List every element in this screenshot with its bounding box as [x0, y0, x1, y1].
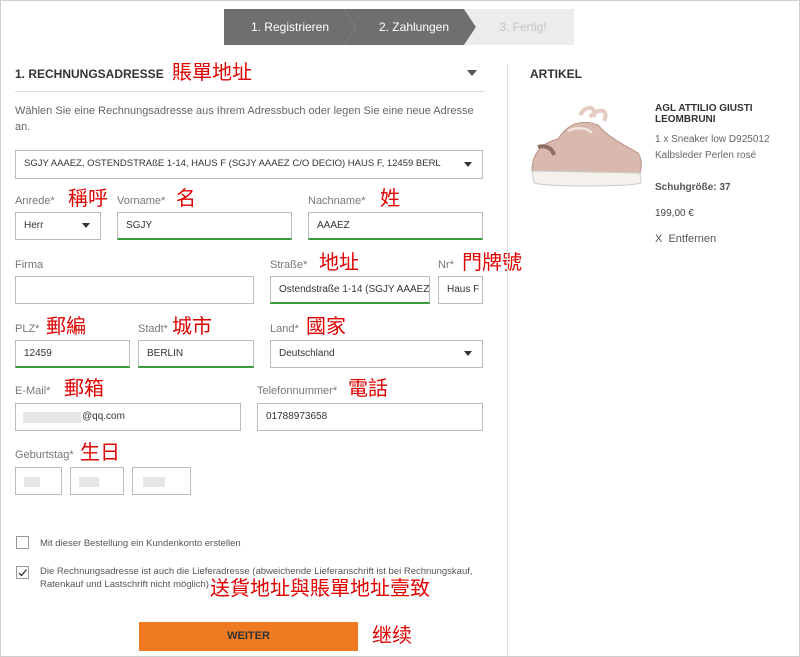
product-size: Schuhgröße: 37 [655, 182, 731, 193]
zip-input[interactable]: 12459 [15, 340, 130, 368]
chevron-down-icon [464, 351, 472, 356]
salutation-select[interactable]: Herr [15, 212, 101, 240]
phone-label: Telefonnummer* [257, 385, 338, 397]
annotation-country: 國家 [306, 314, 346, 338]
country-select[interactable]: Deutschland [270, 340, 483, 368]
step-label: 1. Registrieren [250, 20, 330, 34]
street-input[interactable]: Ostendstraße 1-14 (SGJY AAAEZ [270, 276, 430, 304]
product-description-line2: Kalbsleder Perlen rosé [655, 150, 757, 161]
annotation-zip: 郵編 [46, 314, 86, 338]
city-input[interactable]: BERLIN [138, 340, 254, 368]
phone-input[interactable]: 01788973658 [257, 403, 483, 431]
number-label: Nr* [438, 259, 454, 271]
annotation-first-name: 名 [176, 186, 196, 210]
step-label: 3. Fertig! [499, 20, 547, 34]
annotation-phone: 電話 [348, 376, 388, 400]
zip-label: PLZ* [15, 323, 40, 335]
redacted-block [23, 412, 81, 423]
step-registrieren[interactable]: 1. Registrieren [224, 9, 356, 45]
annotation-street: 地址 [319, 250, 359, 274]
annotation-email: 郵箱 [64, 376, 104, 400]
redacted-block [143, 477, 165, 487]
annotation-salutation: 稱呼 [68, 186, 108, 210]
company-label: Firma [15, 259, 44, 271]
birthday-label: Geburtstag* [15, 449, 74, 461]
product-description-line1: 1 x Sneaker low D925012 [655, 134, 770, 145]
sneaker-product-image[interactable] [528, 103, 644, 189]
firstname-input[interactable]: SGJY [117, 212, 292, 240]
country-label: Land* [270, 323, 299, 335]
create-account-label: Mit dieser Bestellung ein Kundenkonto er… [40, 538, 241, 549]
page-frame [0, 0, 800, 657]
step-zahlungen[interactable]: 2. Zahlungen [344, 9, 476, 45]
annotation-last-name: 姓 [380, 186, 400, 210]
annotation-billing-address: 賬單地址 [172, 60, 252, 84]
step-fertig: 3. Fertig! [464, 9, 574, 45]
chevron-down-icon [82, 223, 90, 228]
create-account-checkbox[interactable] [16, 536, 29, 549]
email-label: E-Mail* [15, 385, 51, 397]
annotation-city: 城市 [172, 314, 212, 338]
email-input[interactable]: @qq.com [15, 403, 241, 431]
salutation-label: Anrede* [15, 195, 55, 207]
billing-title: 1. RECHNUNGSADRESSE [15, 67, 164, 81]
firstname-label: Vorname* [117, 195, 166, 207]
email-value: @qq.com [82, 411, 125, 422]
country-value: Deutschland [279, 348, 335, 359]
lastname-input[interactable]: AAAEZ [308, 212, 483, 240]
birthday-day-input[interactable] [15, 467, 62, 495]
annotation-same-address: 送貨地址與賬單地址壹致 [210, 576, 430, 600]
product-price: 199,00 € [655, 208, 694, 219]
street-label: Straße* [270, 259, 308, 271]
product-name[interactable]: AGL ATTILIO GIUSTI LEOMBRUNI [655, 103, 785, 125]
collapse-chevron-icon[interactable] [467, 70, 477, 76]
annotation-house-number: 門牌號 [462, 250, 522, 274]
checkmark-icon [18, 569, 27, 577]
house-number-input[interactable]: Haus F [438, 276, 483, 304]
annotation-continue: 继续 [372, 623, 412, 647]
billing-intro: Wählen Sie eine Rechnungsadresse aus Ihr… [15, 105, 474, 133]
birthday-year-input[interactable] [132, 467, 191, 495]
address-select-value: SGJY AAAEZ, OSTENDSTRAßE 1-14, HAUS F (S… [24, 158, 441, 169]
company-input[interactable] [15, 276, 254, 304]
birthday-month-input[interactable] [70, 467, 124, 495]
same-address-checkbox[interactable] [16, 566, 29, 579]
column-divider [507, 64, 508, 656]
redacted-block [24, 477, 40, 487]
article-title: ARTIKEL [530, 67, 582, 81]
continue-button[interactable]: WEITER [139, 622, 358, 651]
salutation-value: Herr [24, 220, 44, 231]
chevron-down-icon [464, 162, 472, 167]
step-label: 2. Zahlungen [378, 20, 450, 34]
divider [15, 91, 485, 92]
redacted-block [79, 477, 99, 487]
remove-item-link[interactable]: X Entfernen [655, 233, 716, 245]
address-book-select[interactable]: SGJY AAAEZ, OSTENDSTRAßE 1-14, HAUS F (S… [15, 150, 483, 179]
city-label: Stadt* [138, 323, 168, 335]
annotation-birthday: 生日 [80, 440, 120, 464]
lastname-label: Nachname* [308, 195, 366, 207]
